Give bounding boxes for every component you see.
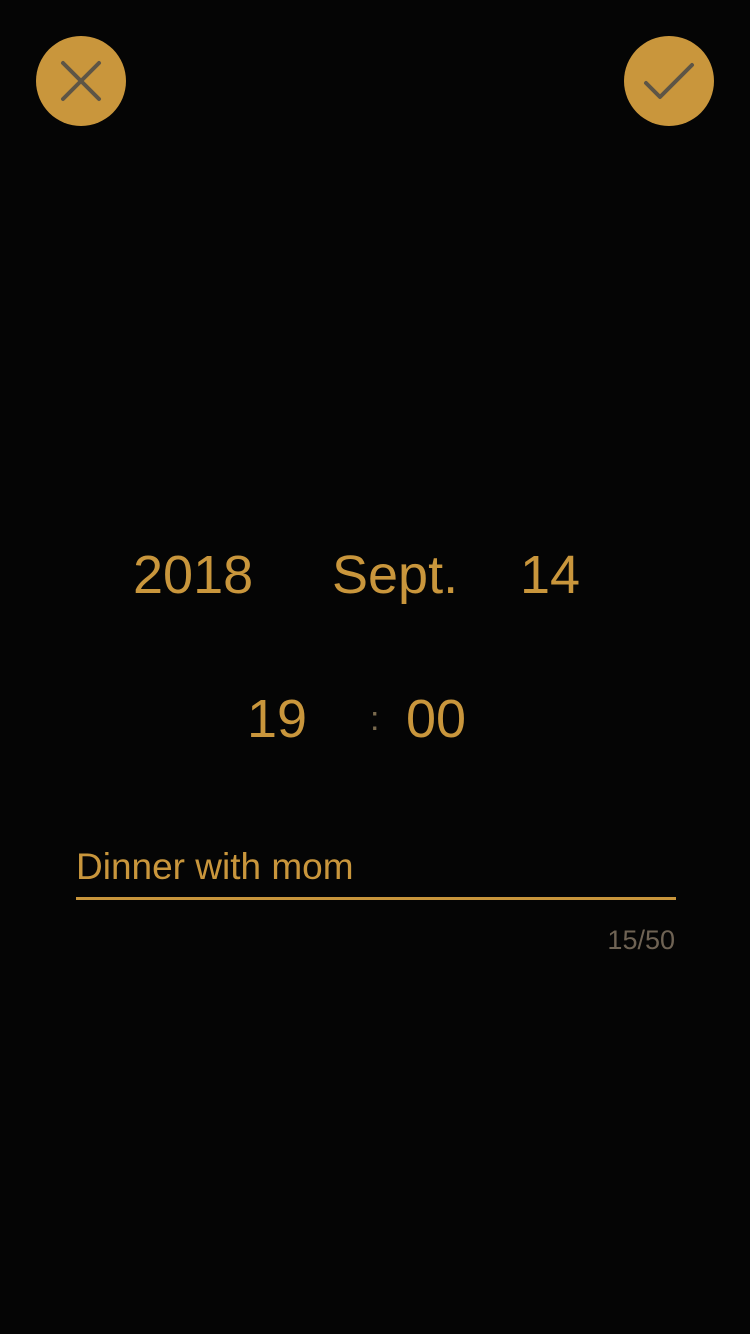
title-field: [76, 838, 676, 900]
minute-picker[interactable]: 00: [406, 682, 466, 756]
confirm-button[interactable]: [624, 36, 714, 126]
day-picker[interactable]: 14: [520, 538, 580, 612]
character-counter: 15/50: [607, 925, 675, 955]
year-picker[interactable]: 2018: [133, 538, 253, 612]
time-separator: :: [370, 700, 380, 738]
hour-picker[interactable]: 19: [247, 682, 307, 756]
date-picker: 2018 Sept. 14: [0, 538, 750, 612]
close-button[interactable]: [36, 36, 126, 126]
month-picker[interactable]: Sept.: [332, 538, 458, 612]
title-input[interactable]: [76, 838, 676, 896]
check-icon: [644, 63, 694, 99]
time-picker: 19 : 00: [0, 682, 750, 756]
close-icon: [61, 61, 101, 101]
